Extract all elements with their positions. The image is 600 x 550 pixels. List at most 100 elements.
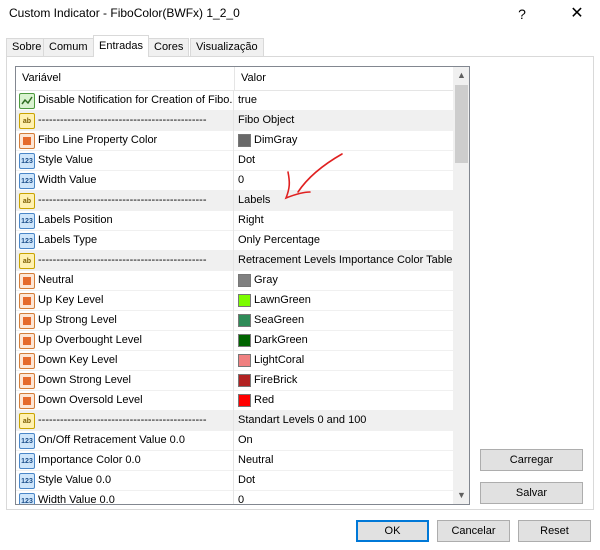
tab-comum[interactable]: Comum [43,38,94,57]
grid-row[interactable]: Fibo Line Property Color DimGray [16,131,453,151]
column-header-variable[interactable]: Variável [22,72,61,84]
variable-cell[interactable]: Up Strong Level [16,311,234,331]
grid-row[interactable]: 123 On/Off Retracement Value 0.0 On [16,431,453,451]
variable-cell[interactable]: ab --------------------------------------… [16,411,234,431]
variable-cell[interactable]: 123 Labels Position [16,211,234,231]
variable-cell[interactable]: 123 Importance Color 0.0 [16,451,234,471]
vertical-scrollbar[interactable]: ▲ ▼ [453,67,469,504]
column-header-value[interactable]: Valor [241,72,266,84]
grid-row[interactable]: 123 Labels Position Right [16,211,453,231]
variable-value: Dot [238,154,256,166]
value-cell[interactable]: Labels [235,191,453,211]
help-button[interactable]: ? [512,3,532,25]
variable-value: Fibo Object [238,114,295,126]
load-button[interactable]: Carregar [480,449,583,471]
variable-value: On [238,434,253,446]
variable-cell[interactable]: ab --------------------------------------… [16,191,234,211]
bool-type-icon [19,93,35,109]
variable-name: Down Strong Level [38,374,131,386]
variable-cell[interactable]: Down Key Level [16,351,234,371]
color-swatch [238,274,251,287]
grid-row[interactable]: 123 Width Value 0 [16,171,453,191]
grid-row[interactable]: 123 Style Value Dot [16,151,453,171]
variable-cell[interactable]: 123 Width Value 0.0 [16,491,234,504]
value-cell[interactable]: Gray [235,271,453,291]
ok-button[interactable]: OK [356,520,429,542]
grid-row[interactable]: Up Overbought Level DarkGreen [16,331,453,351]
value-cell[interactable]: FireBrick [235,371,453,391]
variable-cell[interactable]: 123 Labels Type [16,231,234,251]
variable-name: On/Off Retracement Value 0.0 [38,434,185,446]
tab-sobre[interactable]: Sobre [6,38,48,57]
value-cell[interactable]: LightCoral [235,351,453,371]
variable-name: Disable Notification for Creation of Fib… [38,94,234,106]
scroll-thumb[interactable] [455,85,468,163]
value-cell[interactable]: Fibo Object [235,111,453,131]
grid-row[interactable]: Up Strong Level SeaGreen [16,311,453,331]
variable-cell[interactable]: Up Overbought Level [16,331,234,351]
value-cell[interactable]: SeaGreen [235,311,453,331]
value-cell[interactable]: Only Percentage [235,231,453,251]
string-type-icon: ab [19,253,35,269]
value-cell[interactable]: Dot [235,471,453,491]
close-button[interactable]: ✕ [566,3,588,25]
variable-value: DarkGreen [254,334,308,346]
variable-cell[interactable]: Down Strong Level [16,371,234,391]
value-cell[interactable]: Red [235,391,453,411]
grid-row[interactable]: Disable Notification for Creation of Fib… [16,91,453,111]
tab-entradas[interactable]: Entradas [93,35,150,57]
grid-row[interactable]: Up Key Level LawnGreen [16,291,453,311]
value-cell[interactable]: DarkGreen [235,331,453,351]
variable-cell[interactable]: 123 Style Value 0.0 [16,471,234,491]
column-divider[interactable] [234,67,235,91]
value-cell[interactable]: 0 [235,491,453,504]
grid-row[interactable]: 123 Style Value 0.0 Dot [16,471,453,491]
variable-value: Neutral [238,454,274,466]
variable-value: Dot [238,474,256,486]
grid-row[interactable]: ab --------------------------------------… [16,191,453,211]
tab-cores[interactable]: Cores [148,38,190,57]
cancel-button[interactable]: Cancelar [437,520,510,542]
value-cell[interactable]: LawnGreen [235,291,453,311]
value-cell[interactable]: Standart Levels 0 and 100 [235,411,453,431]
reset-button[interactable]: Reset [518,520,591,542]
variable-cell[interactable]: Neutral [16,271,234,291]
grid-row[interactable]: ab --------------------------------------… [16,251,453,271]
value-cell[interactable]: Right [235,211,453,231]
variable-cell[interactable]: 123 Style Value [16,151,234,171]
variable-cell[interactable]: Fibo Line Property Color [16,131,234,151]
grid-row[interactable]: Down Strong Level FireBrick [16,371,453,391]
value-cell[interactable]: DimGray [235,131,453,151]
variable-value: SeaGreen [254,314,305,326]
scroll-up-icon[interactable]: ▲ [453,67,469,84]
variable-cell[interactable]: Up Key Level [16,291,234,311]
grid-row[interactable]: Down Key Level LightCoral [16,351,453,371]
grid-row[interactable]: ab --------------------------------------… [16,111,453,131]
value-cell[interactable]: Retracement Levels Importance Color Tabl… [235,251,453,271]
color-type-icon [19,373,35,389]
color-type-icon [19,393,35,409]
grid-row[interactable]: 123 Width Value 0.0 0 [16,491,453,504]
number-type-icon: 123 [19,213,35,229]
value-cell[interactable]: Neutral [235,451,453,471]
grid-row[interactable]: 123 Labels Type Only Percentage [16,231,453,251]
variable-cell[interactable]: 123 Width Value [16,171,234,191]
variable-cell[interactable]: Disable Notification for Creation of Fib… [16,91,234,111]
grid-row[interactable]: 123 Importance Color 0.0 Neutral [16,451,453,471]
value-cell[interactable]: On [235,431,453,451]
scroll-down-icon[interactable]: ▼ [453,487,469,504]
save-button[interactable]: Salvar [480,482,583,504]
tab-visualizacao[interactable]: Visualização [190,38,264,57]
value-cell[interactable]: true [235,91,453,111]
variable-cell[interactable]: ab --------------------------------------… [16,251,234,271]
value-cell[interactable]: Dot [235,151,453,171]
grid-row[interactable]: Down Oversold Level Red [16,391,453,411]
variable-value: true [238,94,257,106]
number-type-icon: 123 [19,153,35,169]
grid-row[interactable]: Neutral Gray [16,271,453,291]
variable-cell[interactable]: ab --------------------------------------… [16,111,234,131]
grid-row[interactable]: ab --------------------------------------… [16,411,453,431]
variable-cell[interactable]: 123 On/Off Retracement Value 0.0 [16,431,234,451]
variable-cell[interactable]: Down Oversold Level [16,391,234,411]
value-cell[interactable]: 0 [235,171,453,191]
